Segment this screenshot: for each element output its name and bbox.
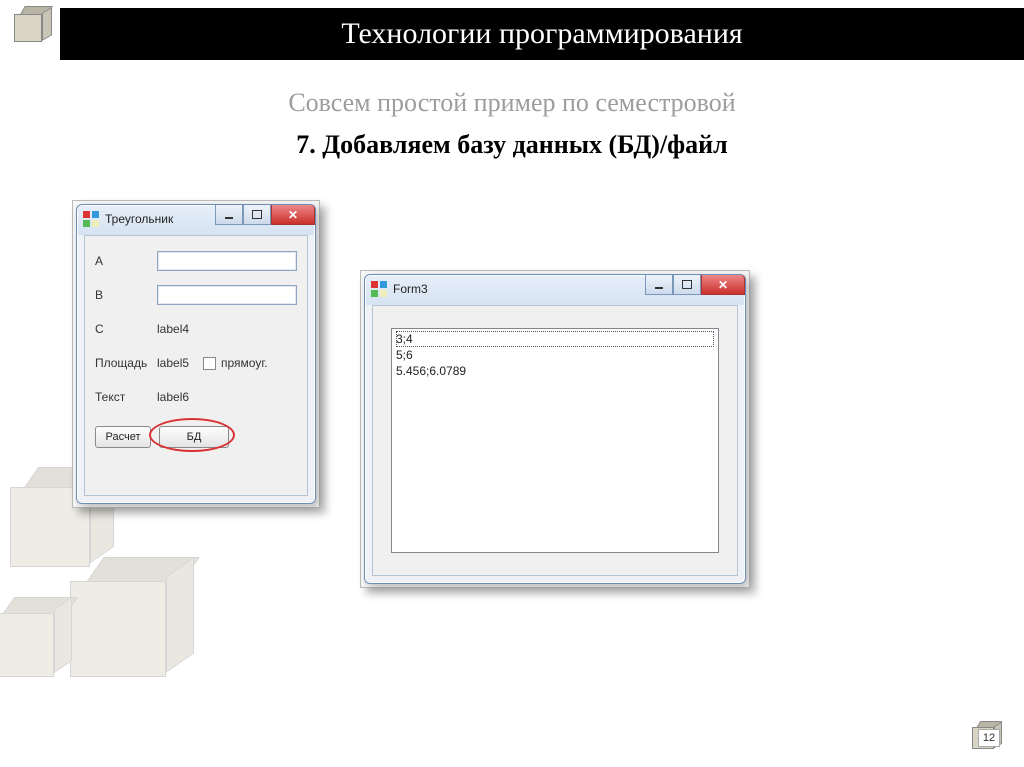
input-b[interactable] xyxy=(157,285,297,305)
checkbox-label: прямоуг. xyxy=(221,356,268,370)
input-a[interactable] xyxy=(157,251,297,271)
label-area: Площадь xyxy=(95,356,157,370)
list-item[interactable]: 5.456;6.0789 xyxy=(396,364,466,378)
value-area: label5 xyxy=(157,356,201,370)
minimize-button[interactable] xyxy=(215,205,243,225)
db-button[interactable]: БД xyxy=(159,426,229,448)
value-c: label4 xyxy=(157,322,189,336)
maximize-button[interactable] xyxy=(243,205,271,225)
screenshot-form1: Треугольник A B C label4 Площадь l xyxy=(72,200,320,508)
window-title: Треугольник xyxy=(105,212,173,226)
label-a: A xyxy=(95,254,157,268)
window-title: Form3 xyxy=(393,282,428,296)
listbox[interactable]: 3;4 5;6 5.456;6.0789 xyxy=(391,328,719,553)
checkbox-rectangular[interactable] xyxy=(203,357,216,370)
slide-subtitle-bold: 7. Добавляем базу данных (БД)/файл xyxy=(0,130,1024,160)
slide-decor-cube-top-left xyxy=(14,6,58,50)
window-form3: Form3 3;4 5;6 5.456;6.0789 xyxy=(364,274,746,584)
window-triangle: Треугольник A B C label4 Площадь l xyxy=(76,204,316,504)
value-text: label6 xyxy=(157,390,189,404)
slide-subtitle-grey: Совсем простой пример по семестровой xyxy=(0,88,1024,118)
screenshot-form3: Form3 3;4 5;6 5.456;6.0789 xyxy=(360,270,750,588)
maximize-button[interactable] xyxy=(673,275,701,295)
close-button[interactable] xyxy=(271,205,315,225)
label-b: B xyxy=(95,288,157,302)
calc-button[interactable]: Расчет xyxy=(95,426,151,448)
label-c: C xyxy=(95,322,157,336)
label-text: Текст xyxy=(95,390,157,404)
minimize-button[interactable] xyxy=(645,275,673,295)
slide-page-number: 12 xyxy=(978,729,1000,747)
slide-title: Технологии программирования xyxy=(60,8,1024,60)
close-button[interactable] xyxy=(701,275,745,295)
app-icon xyxy=(371,281,387,297)
list-item[interactable]: 3;4 xyxy=(396,331,714,347)
app-icon xyxy=(83,211,99,227)
list-item[interactable]: 5;6 xyxy=(396,348,413,362)
